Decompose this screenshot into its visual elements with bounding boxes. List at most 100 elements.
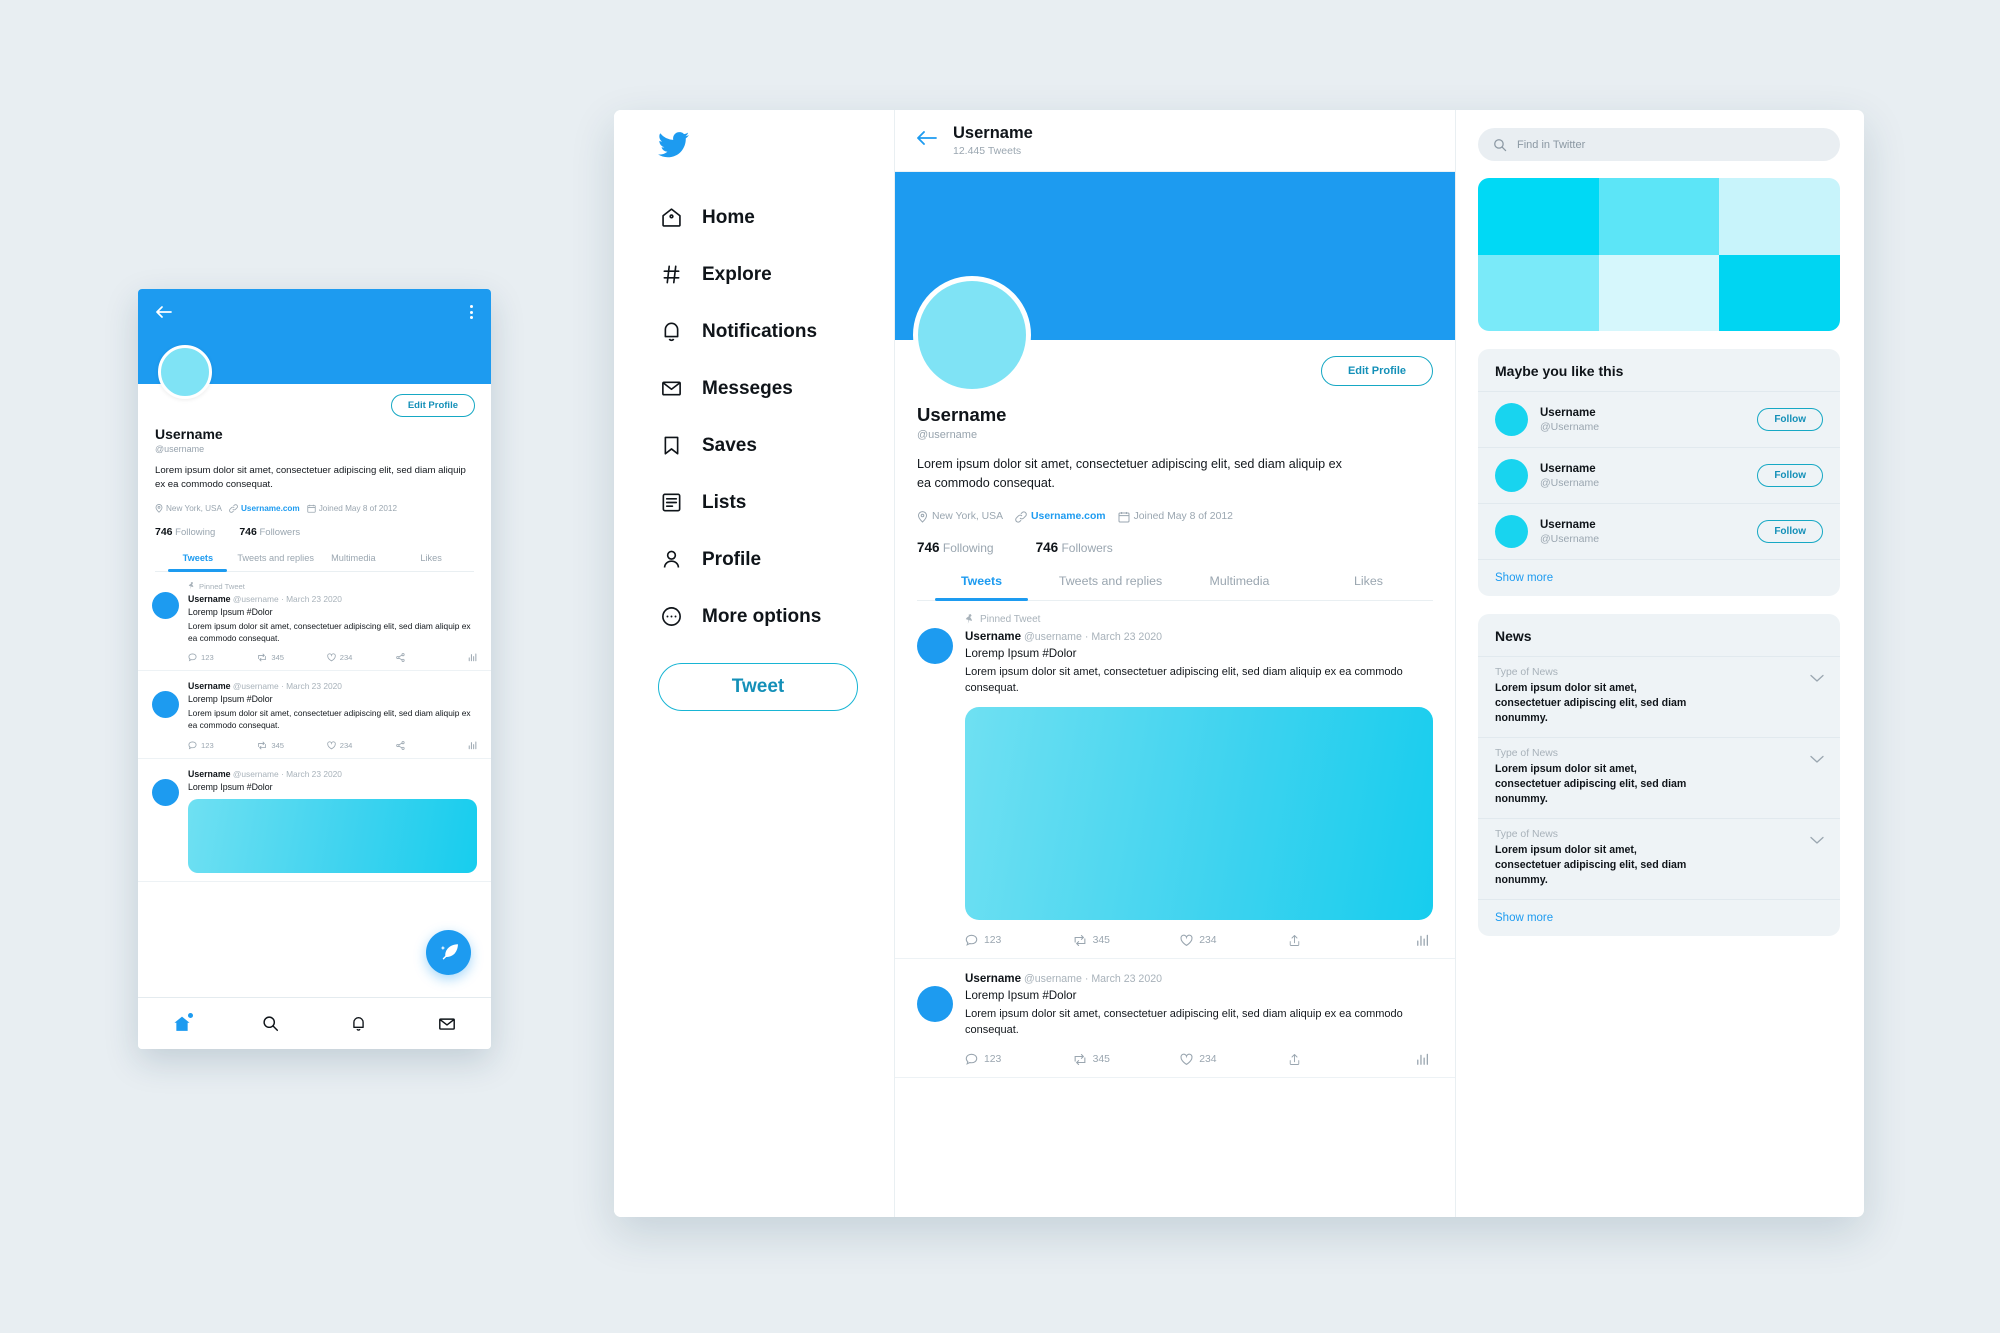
tab-tweets[interactable]: Tweets <box>917 574 1046 601</box>
chevron-down-icon[interactable] <box>1810 670 1824 688</box>
sidebar-item-more-options[interactable]: More options <box>658 588 894 645</box>
photo-tile[interactable] <box>1478 178 1599 255</box>
tweet-avatar[interactable] <box>152 778 179 806</box>
twitter-bird-icon[interactable] <box>658 132 894 163</box>
sidebar-item-explore[interactable]: Explore <box>658 246 894 303</box>
sidebar-item-lists[interactable]: Lists <box>658 474 894 531</box>
analytics-action[interactable] <box>468 741 477 750</box>
tab-likes[interactable]: Likes <box>392 553 470 571</box>
news-item[interactable]: Type of News Lorem ipsum dolor sit amet,… <box>1478 738 1840 820</box>
reply-action[interactable]: 123 <box>965 934 1073 947</box>
retweet-action[interactable]: 345 <box>1073 1053 1181 1066</box>
tab-multimedia[interactable]: Multimedia <box>1175 574 1304 600</box>
back-arrow-icon[interactable] <box>156 305 172 319</box>
photo-grid[interactable] <box>1478 178 1840 331</box>
tweet-avatar[interactable] <box>152 591 179 619</box>
profile-website[interactable]: Username.com <box>229 504 300 513</box>
pinned-label: Pinned Tweet <box>199 581 245 591</box>
tweet-media[interactable] <box>965 706 1433 920</box>
tweet-avatar[interactable] <box>152 691 179 719</box>
share-action[interactable] <box>396 740 465 750</box>
reply-action[interactable]: 123 <box>188 653 257 662</box>
share-action[interactable] <box>1288 934 1396 947</box>
back-arrow-icon[interactable] <box>917 130 937 151</box>
like-action[interactable]: 234 <box>327 653 396 662</box>
chevron-down-icon[interactable] <box>1810 832 1824 850</box>
photo-tile[interactable] <box>1598 178 1720 255</box>
tweet-compose-button[interactable]: Tweet <box>658 663 858 711</box>
suggestions-show-more[interactable]: Show more <box>1478 560 1840 596</box>
sidebar-item-notifications[interactable]: Notifications <box>658 303 894 360</box>
analytics-action[interactable] <box>1416 1053 1433 1066</box>
edit-profile-button[interactable]: Edit Profile <box>1320 356 1433 386</box>
tab-likes[interactable]: Likes <box>1304 574 1433 600</box>
tweet-item[interactable]: Username @username · March 23 2020 Lorem… <box>138 671 491 759</box>
search-bar[interactable]: Find in Twitter <box>1478 128 1840 161</box>
heart-icon <box>327 741 336 749</box>
follow-button[interactable]: Follow <box>1757 520 1823 543</box>
like-action[interactable]: 234 <box>1180 1053 1288 1066</box>
compose-tweet-fab[interactable] <box>426 930 471 975</box>
avatar[interactable] <box>1495 515 1528 548</box>
retweet-action[interactable]: 345 <box>257 741 326 750</box>
profile-website-link[interactable]: Username.com <box>1031 511 1106 522</box>
photo-tile[interactable] <box>1478 254 1599 331</box>
analytics-action[interactable] <box>468 653 477 662</box>
main-timeline-column: Username 12.445 Tweets Edit Profile User… <box>894 110 1456 1217</box>
search-input[interactable]: Find in Twitter <box>1517 139 1585 151</box>
share-action[interactable] <box>1288 1053 1396 1066</box>
pinned-tweet-indicator: Pinned Tweet <box>188 582 477 591</box>
more-vertical-icon[interactable] <box>470 305 473 319</box>
tab-tweets[interactable]: Tweets <box>159 553 237 572</box>
avatar[interactable] <box>1495 459 1528 492</box>
photo-tile[interactable] <box>1719 254 1840 331</box>
tweet-item[interactable]: Pinned Tweet Username @username · March … <box>138 572 491 672</box>
photo-tile[interactable] <box>1598 254 1720 331</box>
like-action[interactable]: 234 <box>1180 934 1288 947</box>
analytics-action[interactable] <box>1416 934 1433 947</box>
tweet-avatar[interactable] <box>917 985 953 1022</box>
avatar[interactable] <box>913 276 1031 394</box>
following-stat[interactable]: 746 Following <box>917 540 994 555</box>
tweet-item[interactable]: Pinned Tweet Username @username · March … <box>895 601 1455 959</box>
nav-search-button[interactable] <box>262 1015 279 1032</box>
tweet-media[interactable] <box>188 798 477 873</box>
followers-stat[interactable]: 746 Followers <box>239 526 300 538</box>
share-action[interactable] <box>396 653 465 663</box>
nav-home-button[interactable] <box>173 1012 194 1033</box>
tab-tweets-and-replies[interactable]: Tweets and replies <box>1046 574 1175 600</box>
retweet-action[interactable]: 345 <box>257 653 326 662</box>
news-item[interactable]: Type of News Lorem ipsum dolor sit amet,… <box>1478 819 1840 901</box>
profile-website-link[interactable]: Username.com <box>241 504 300 513</box>
suggestion-item[interactable]: Username @Username Follow <box>1478 504 1840 560</box>
list-icon <box>658 491 684 514</box>
sidebar-item-saves[interactable]: Saves <box>658 417 894 474</box>
like-action[interactable]: 234 <box>327 741 396 750</box>
news-item[interactable]: Type of News Lorem ipsum dolor sit amet,… <box>1478 657 1840 739</box>
profile-website[interactable]: Username.com <box>1015 511 1106 523</box>
tweet-item[interactable]: Username @username · March 23 2020 Lorem… <box>895 959 1455 1078</box>
sidebar-item-home[interactable]: Home <box>658 189 894 246</box>
sidebar-item-profile[interactable]: Profile <box>658 531 894 588</box>
avatar[interactable] <box>1495 403 1528 436</box>
edit-profile-button[interactable]: Edit Profile <box>390 394 475 417</box>
follow-button[interactable]: Follow <box>1757 408 1823 431</box>
tab-tweets-and-replies[interactable]: Tweets and replies <box>237 553 315 571</box>
suggestion-item[interactable]: Username @Username Follow <box>1478 448 1840 504</box>
retweet-action[interactable]: 345 <box>1073 934 1181 947</box>
following-stat[interactable]: 746 Following <box>155 526 215 538</box>
nav-messages-button[interactable] <box>438 1015 456 1033</box>
photo-tile[interactable] <box>1719 178 1840 255</box>
nav-notifications-button[interactable] <box>350 1015 367 1032</box>
reply-action[interactable]: 123 <box>965 1053 1073 1066</box>
follow-button[interactable]: Follow <box>1757 464 1823 487</box>
tab-multimedia[interactable]: Multimedia <box>315 553 393 571</box>
sidebar-item-messeges[interactable]: Messeges <box>658 360 894 417</box>
tweet-item[interactable]: Username @username · March 23 2020 Lorem… <box>138 759 491 882</box>
followers-stat[interactable]: 746 Followers <box>1036 540 1113 555</box>
reply-action[interactable]: 123 <box>188 741 257 750</box>
news-show-more[interactable]: Show more <box>1478 900 1840 936</box>
chevron-down-icon[interactable] <box>1810 751 1824 769</box>
suggestion-item[interactable]: Username @Username Follow <box>1478 392 1840 448</box>
tweet-avatar[interactable] <box>917 627 953 664</box>
